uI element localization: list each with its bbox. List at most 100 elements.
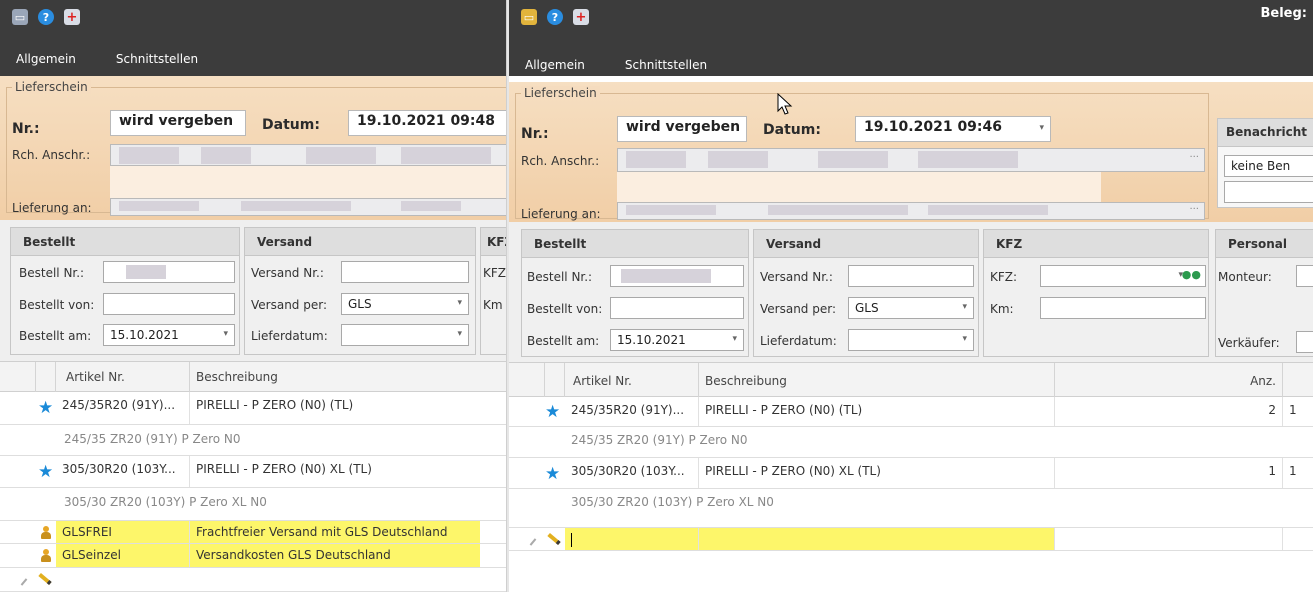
kfz-select[interactable]: ▾ ●● <box>1040 265 1206 287</box>
rch-anschr-label: Rch. Anschr.: <box>12 148 91 162</box>
bestellt-panel: Bestellt Bestell Nr.: Bestellt von: Best… <box>10 227 240 355</box>
bestellt-am-field[interactable]: 15.10.2021 ▾ <box>103 324 235 346</box>
help-icon[interactable]: ? <box>38 9 54 25</box>
chevron-down-icon[interactable]: ▾ <box>457 298 462 308</box>
col-beschreibung[interactable]: Beschreibung <box>190 362 506 392</box>
lieferdatum-label: Lieferdatum: <box>251 329 328 343</box>
bestellt-am-field[interactable]: 15.10.2021 ▾ <box>610 329 744 351</box>
more-icon[interactable]: ··· <box>1189 152 1199 163</box>
col-beschreibung[interactable]: Beschreibung <box>699 363 1055 397</box>
bestell-nr-field[interactable] <box>103 261 235 283</box>
chevron-down-icon[interactable]: ▾ <box>962 302 967 312</box>
chevron-down-icon[interactable]: ▾ <box>1039 123 1044 133</box>
lieferdatum-field[interactable]: ▾ <box>341 324 469 346</box>
col-artikel-nr[interactable]: Artikel Nr. <box>565 363 699 397</box>
anz-cell[interactable]: 1 <box>1055 458 1283 488</box>
rch-anschr-field[interactable] <box>110 144 506 166</box>
address-block <box>110 166 506 200</box>
anz-input-cell[interactable] <box>1055 528 1283 550</box>
lieferung-an-field[interactable] <box>110 198 506 216</box>
table-row[interactable]: ★ 245/35R20 (91Y)... PIRELLI - P ZERO (N… <box>509 397 1313 427</box>
versand-per-select[interactable]: GLS ▾ <box>848 297 974 319</box>
beschreibung-cell[interactable]: Frachtfreier Versand mit GLS Deutschland <box>190 521 480 543</box>
chevron-down-icon[interactable]: ▾ <box>962 334 967 344</box>
verkaeufer-field[interactable] <box>1296 331 1313 353</box>
beschreibung-cell[interactable]: PIRELLI - P ZERO (N0) (TL) <box>699 397 1055 426</box>
menu-allgemein[interactable]: Allgemein <box>10 50 82 68</box>
bestellt-title: Bestellt <box>522 230 748 258</box>
person-icon <box>40 549 52 563</box>
datum-field[interactable]: 19.10.2021 09:48 <box>348 110 506 136</box>
datum-label: Datum: <box>763 122 821 138</box>
bestellt-von-field[interactable] <box>103 293 235 315</box>
row-detail: 245/35 ZR20 (91Y) P Zero N0 <box>509 427 1313 455</box>
details-section: Bestellt Bestell Nr.: Bestellt von: Best… <box>0 220 506 361</box>
bestell-nr-field[interactable] <box>610 265 744 287</box>
benachrichtigung-field[interactable] <box>1224 181 1313 203</box>
anz-cell[interactable]: 2 <box>1055 397 1283 426</box>
artikel-input-cell[interactable] <box>565 528 699 550</box>
col-anz[interactable]: Anz. <box>1055 363 1283 397</box>
menu-bar: Allgemein Schnittstellen <box>10 50 204 68</box>
lieferdatum-field[interactable]: ▾ <box>848 329 974 351</box>
artikel-cell[interactable]: 305/30R20 (103Y... <box>56 456 190 487</box>
new-row[interactable] <box>0 568 506 592</box>
table-row[interactable]: GLSFREI Frachtfreier Versand mit GLS Deu… <box>0 520 506 544</box>
group-title: Lieferschein <box>521 86 600 100</box>
new-row[interactable] <box>509 527 1313 551</box>
lieferung-an-field[interactable]: ··· <box>617 202 1205 220</box>
table-row[interactable]: ★ 305/30R20 (103Y... PIRELLI - P ZERO (N… <box>509 457 1313 489</box>
versand-nr-field[interactable] <box>848 265 974 287</box>
add-icon[interactable]: + <box>64 9 80 25</box>
table-row[interactable]: ★ 245/35R20 (91Y)... PIRELLI - P ZERO (N… <box>0 392 506 425</box>
kfz-label: KFZ: <box>990 270 1018 284</box>
artikel-cell[interactable]: 305/30R20 (103Y... <box>565 458 699 488</box>
row-detail-text: 305/30 ZR20 (103Y) P Zero XL N0 <box>64 495 267 509</box>
table-row[interactable]: ★ 305/30R20 (103Y... PIRELLI - P ZERO (N… <box>0 455 506 488</box>
beschreibung-cell[interactable]: Versandkosten GLS Deutschland <box>190 544 480 567</box>
beschreibung-cell[interactable]: PIRELLI - P ZERO (N0) (TL) <box>190 392 506 424</box>
row-detail: 245/35 ZR20 (91Y) P Zero N0 <box>0 426 506 454</box>
message-icon[interactable]: ▭ <box>12 9 28 25</box>
versand-title: Versand <box>754 230 978 258</box>
versand-nr-field[interactable] <box>341 261 469 283</box>
lieferdatum-label: Lieferdatum: <box>760 334 837 348</box>
km-field[interactable] <box>1040 297 1206 319</box>
extra-cell[interactable]: 1 <box>1283 458 1313 488</box>
km-label: Km: <box>990 302 1014 316</box>
more-icon[interactable]: ··· <box>1189 204 1199 215</box>
row-detail-text: 305/30 ZR20 (103Y) P Zero XL N0 <box>571 495 774 509</box>
nr-field[interactable]: wird vergeben <box>617 116 747 142</box>
artikel-cell[interactable]: 245/35R20 (91Y)... <box>56 392 190 424</box>
nr-field[interactable]: wird vergeben <box>110 110 246 136</box>
table-row[interactable]: GLSeinzel Versandkosten GLS Deutschland <box>0 544 506 568</box>
beschreibung-cell[interactable]: PIRELLI - P ZERO (N0) XL (TL) <box>699 458 1055 488</box>
car-icon[interactable]: ●● <box>1182 268 1201 281</box>
beschreibung-cell[interactable]: PIRELLI - P ZERO (N0) XL (TL) <box>190 456 506 487</box>
menu-schnittstellen[interactable]: Schnittstellen <box>110 50 204 68</box>
benachrichtigung-select[interactable]: keine Ben <box>1224 155 1313 177</box>
chevron-down-icon[interactable]: ▾ <box>223 329 228 339</box>
star-icon: ★ <box>38 398 54 418</box>
benachrichtigung-title: Benachricht <box>1218 119 1313 147</box>
artikel-cell[interactable]: GLSeinzel <box>56 544 190 567</box>
help-icon[interactable]: ? <box>547 9 563 25</box>
extra-cell[interactable]: 1 <box>1283 397 1313 426</box>
datum-field[interactable]: 19.10.2021 09:46 ▾ <box>855 116 1051 142</box>
versand-per-select[interactable]: GLS ▾ <box>341 293 469 315</box>
add-icon[interactable]: + <box>573 9 589 25</box>
monteur-field[interactable] <box>1296 265 1313 287</box>
menu-schnittstellen[interactable]: Schnittstellen <box>619 56 713 74</box>
chevron-down-icon[interactable]: ▾ <box>732 334 737 344</box>
col-artikel-nr[interactable]: Artikel Nr. <box>56 362 190 392</box>
chevron-down-icon[interactable]: ▾ <box>457 329 462 339</box>
beschreibung-input-cell[interactable] <box>699 528 1055 550</box>
rch-anschr-field[interactable]: ··· <box>617 148 1205 172</box>
menu-allgemein[interactable]: Allgemein <box>519 56 591 74</box>
datum-value: 19.10.2021 09:46 <box>864 119 1003 135</box>
artikel-cell[interactable]: 245/35R20 (91Y)... <box>565 397 699 426</box>
artikel-cell[interactable]: GLSFREI <box>56 521 190 543</box>
lieferschein-group: Lieferschein Nr.: wird vergeben Datum: 1… <box>509 82 1313 222</box>
message-icon[interactable]: ▭ <box>521 9 537 25</box>
bestellt-von-field[interactable] <box>610 297 744 319</box>
